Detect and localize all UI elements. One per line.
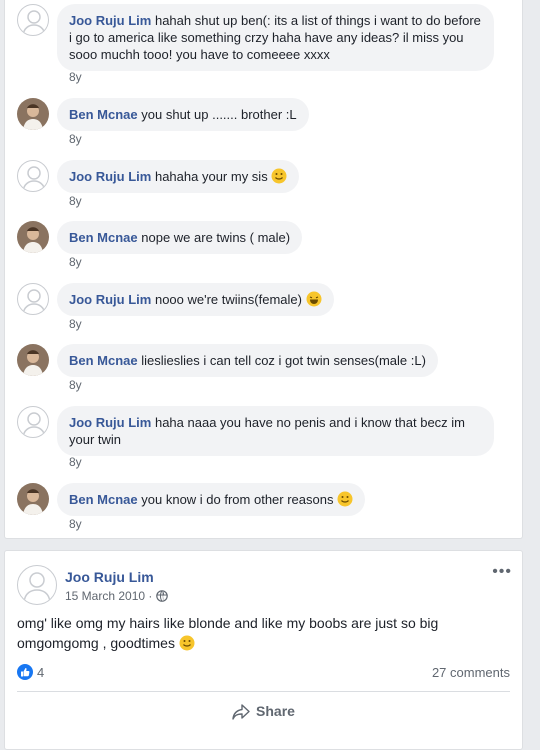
comment-bubble: Ben Mcnae nope we are twins ( male) xyxy=(57,221,303,254)
comment-age[interactable]: 8y xyxy=(69,378,82,392)
like-count: 4 xyxy=(37,664,45,680)
comment-text: nope we are twins ( male) xyxy=(141,230,291,245)
comment-age[interactable]: 8y xyxy=(69,455,82,469)
comment-bubble: Ben Mcnae lieslieslies i can tell coz i … xyxy=(57,344,438,377)
more-options-button[interactable]: ••• xyxy=(492,563,512,581)
post-text: omg' like omg my hairs like blonde and l… xyxy=(17,613,492,653)
comment-item: Joo Ruju Lim hahaha your my sis 8y xyxy=(17,160,514,210)
comment-age[interactable]: 8y xyxy=(69,70,82,84)
default-avatar[interactable] xyxy=(17,406,49,438)
smile-emoji xyxy=(271,168,287,184)
comment-item: Ben Mcnae you know i do from other reaso… xyxy=(17,483,514,533)
comment-bubble: Joo Ruju Lim hahah shut up ben(: its a l… xyxy=(57,4,494,71)
comment-bubble: Ben Mcnae you shut up ....... brother :L xyxy=(57,98,309,131)
comment-bubble: Joo Ruju Lim hahaha your my sis xyxy=(57,160,300,193)
post-text-content: omg' like omg my hairs like blonde and l… xyxy=(17,615,439,651)
comment-text: you shut up ....... brother :L xyxy=(141,107,297,122)
post-author-avatar[interactable] xyxy=(17,565,57,605)
default-avatar[interactable] xyxy=(17,4,49,36)
share-button[interactable]: Share xyxy=(5,703,522,720)
comment-age[interactable]: 8y xyxy=(69,517,82,531)
comment-text: nooo we're twiins(female) xyxy=(154,292,302,307)
comment-text: lieslieslies i can tell coz i got twin s… xyxy=(141,353,426,368)
comment-age[interactable]: 8y xyxy=(69,317,82,331)
comment-age[interactable]: 8y xyxy=(69,255,82,269)
comment-author[interactable]: Ben Mcnae xyxy=(69,230,138,245)
divider xyxy=(17,691,510,692)
comment-author[interactable]: Joo Ruju Lim xyxy=(69,415,151,430)
post-card: Joo Ruju Lim 15 March 2010 · ••• omg' li… xyxy=(4,550,523,750)
comment-author[interactable]: Ben Mcnae xyxy=(69,107,138,122)
comment-item: Ben Mcnae you shut up ....... brother :L… xyxy=(17,98,514,148)
comment-bubble: Ben Mcnae you know i do from other reaso… xyxy=(57,483,366,516)
share-label: Share xyxy=(256,703,295,719)
comments-count-link[interactable]: 27 comments xyxy=(432,665,510,680)
comment-item: Ben Mcnae nope we are twins ( male) 8y xyxy=(17,221,514,271)
post-author-name[interactable]: Joo Ruju Lim xyxy=(65,569,154,585)
default-avatar[interactable] xyxy=(17,160,49,192)
post-meta: 15 March 2010 · xyxy=(65,589,168,603)
comment-bubble: Joo Ruju Lim nooo we're twiins(female) xyxy=(57,283,334,316)
ben-avatar[interactable] xyxy=(17,344,49,376)
post-date[interactable]: 15 March 2010 · xyxy=(65,589,152,603)
default-avatar[interactable] xyxy=(17,283,49,315)
laugh-emoji xyxy=(306,291,322,307)
comment-item: Joo Ruju Lim hahah shut up ben(: its a l… xyxy=(17,4,514,88)
ben-avatar[interactable] xyxy=(17,221,49,253)
ben-avatar[interactable] xyxy=(17,483,49,515)
smile-emoji xyxy=(337,491,353,507)
comment-author[interactable]: Ben Mcnae xyxy=(69,353,138,368)
comment-item: Joo Ruju Lim haha naaa you have no penis… xyxy=(17,406,514,472)
comment-author[interactable]: Joo Ruju Lim xyxy=(69,292,151,307)
comment-age[interactable]: 8y xyxy=(69,194,82,208)
comment-item: Joo Ruju Lim nooo we're twiins(female) 8… xyxy=(17,283,514,333)
share-icon xyxy=(232,704,250,720)
globe-icon xyxy=(155,590,168,602)
comment-text: hahaha your my sis xyxy=(154,169,268,184)
reactions-summary[interactable]: 4 xyxy=(17,664,44,680)
comment-author[interactable]: Ben Mcnae xyxy=(69,492,138,507)
comment-bubble: Joo Ruju Lim haha naaa you have no penis… xyxy=(57,406,494,456)
comment-text: you know i do from other reasons xyxy=(141,492,334,507)
ben-avatar[interactable] xyxy=(17,98,49,130)
comment-author[interactable]: Joo Ruju Lim xyxy=(69,169,151,184)
comment-age[interactable]: 8y xyxy=(69,132,82,146)
smile-emoji xyxy=(179,635,195,651)
like-icon xyxy=(17,664,33,680)
comment-item: Ben Mcnae lieslieslies i can tell coz i … xyxy=(17,344,514,394)
comment-author[interactable]: Joo Ruju Lim xyxy=(69,13,151,28)
comments-card: Joo Ruju Lim hahah shut up ben(: its a l… xyxy=(4,0,523,539)
